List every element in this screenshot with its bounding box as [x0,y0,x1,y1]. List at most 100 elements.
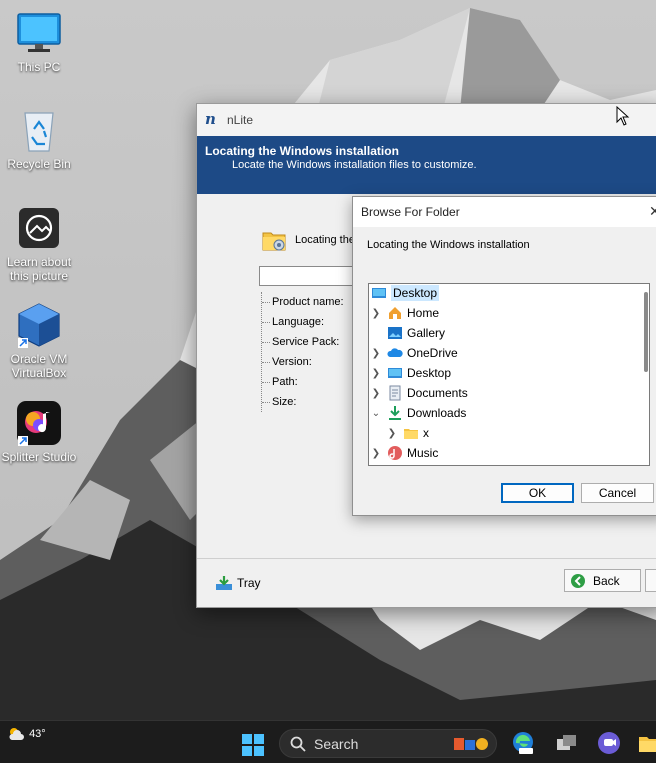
weather-cloud-icon [9,728,24,740]
info-list: Product name: Language: Service Pack: Ve… [261,292,344,412]
home-icon [387,305,403,321]
nlite-banner: Locating the Windows installation Locate… [197,136,656,194]
chevron-right-icon[interactable]: ❯ [369,308,383,319]
nlite-titlebar[interactable]: n nLite [197,104,656,136]
info-language: Language: [262,312,344,332]
tree-item-label: Downloads [407,406,467,420]
taskbar-app-edge-preview[interactable] [511,731,535,755]
tree-item-x[interactable]: ❯ x [385,423,429,443]
taskbar: 43° Search [0,720,656,763]
tree-item-label: Documents [407,386,468,400]
chevron-right-icon[interactable]: ❯ [369,348,383,359]
tree-scrollbar[interactable] [644,292,648,372]
folder-icon [403,425,419,441]
tree-item-label: OneDrive [407,346,458,360]
back-arrow-icon [571,573,585,588]
chevron-right-icon[interactable]: ❯ [369,388,383,399]
tree-item-label: Gallery [407,326,446,340]
info-size: Size: [262,392,344,412]
info-path: Path: [262,372,344,392]
tree-item-desktop-root[interactable]: Desktop [369,284,440,303]
tree-item-label: Music [407,446,439,460]
weather-temp: 43° [29,727,46,740]
mouse-cursor-icon [616,106,630,126]
close-icon[interactable]: ✕ [649,203,656,220]
locating-label: Locating the [295,234,355,246]
virtualbox-icon [16,302,62,348]
taskbar-app-teams[interactable] [597,731,621,755]
folder-tree[interactable]: Desktop ❯ Home Gallery ❯ OneDrive ❯ Desk… [368,283,650,466]
desktop-icon-this-pc[interactable]: This PC [1,10,77,74]
task-view-icon [557,735,576,750]
dialog-description: Locating the Windows installation [367,239,530,251]
desktop-icon-virtualbox[interactable]: Oracle VM VirtualBox [1,302,77,380]
nlite-logo-icon: n [205,110,216,128]
tree-item-downloads[interactable]: ⌄ Downloads [369,403,466,423]
gallery-icon [387,325,403,341]
info-version: Version: [262,352,344,372]
next-button[interactable] [645,569,656,592]
chevron-right-icon[interactable]: ❯ [385,428,399,439]
cancel-button[interactable]: Cancel [581,483,654,503]
desktop-icon-label: Recycle Bin [7,157,71,171]
chevron-right-icon[interactable]: ❯ [369,368,383,379]
tree-item-gallery[interactable]: Gallery [369,323,445,343]
windows-logo-icon [242,734,264,756]
ok-button[interactable]: OK [501,483,574,503]
tray-icon [216,576,232,590]
desktop-icon-learn-about-picture[interactable]: Learn about this picture [1,205,77,283]
taskbar-app-file-explorer[interactable] [638,731,656,755]
tree-item-desktop[interactable]: ❯ Desktop [369,363,451,383]
edge-browser-icon [513,732,533,754]
dialog-title: Browse For Folder [361,205,460,219]
back-button[interactable]: Back [564,569,641,592]
info-service-pack: Service Pack: [262,332,344,352]
desktop-icon-splitter-studio[interactable]: Splitter Studio [1,400,77,464]
start-button[interactable] [241,733,265,757]
search-label: Search [314,735,359,752]
chevron-right-icon[interactable]: ❯ [369,448,383,459]
taskbar-app-task-view[interactable] [555,731,579,755]
desktop-icon-recycle-bin[interactable]: Recycle Bin [1,107,77,171]
locating-row: Locating the [261,226,355,254]
music-icon [387,445,403,461]
banner-subtitle: Locate the Windows installation files to… [232,159,477,171]
documents-icon [387,385,403,401]
chevron-down-icon[interactable]: ⌄ [369,408,383,419]
monitor-icon [16,10,62,56]
splitter-studio-icon [16,400,62,446]
tree-item-music[interactable]: ❯ Music [369,443,438,463]
file-explorer-icon [639,737,656,752]
dialog-titlebar[interactable]: Browse For Folder ✕ [353,197,656,227]
folder-icon [261,226,289,254]
tree-item-documents[interactable]: ❯ Documents [369,383,468,403]
tree-item-label: Desktop [391,285,440,301]
download-icon [387,405,403,421]
chat-icon [598,732,620,754]
taskbar-search[interactable]: Search [279,729,497,758]
info-product-name: Product name: [262,292,344,312]
tree-item-home[interactable]: ❯ Home [369,303,439,323]
tray-button[interactable]: Tray [215,575,261,591]
desktop-folder-icon [371,285,387,301]
recycle-bin-icon [16,107,62,153]
search-highlight-icon [454,738,488,750]
search-icon [290,736,306,752]
tree-item-onedrive[interactable]: ❯ OneDrive [369,343,458,363]
tree-item-label: x [423,426,429,440]
tray-label: Tray [237,576,261,590]
camera-icon [16,205,62,251]
desktop-icon-label: Splitter Studio [1,450,77,464]
weather-widget[interactable]: 43° [8,727,46,741]
desktop-folder-icon [387,365,403,381]
banner-title: Locating the Windows installation [205,144,399,158]
desktop-icon-label: Oracle VM VirtualBox [10,352,68,380]
cloud-icon [387,345,403,361]
tree-item-label: Home [407,306,440,320]
desktop-icon-label: Learn about this picture [6,255,72,283]
window-title: nLite [227,113,254,127]
desktop-icon-label: This PC [17,60,61,74]
back-label: Back [593,573,620,588]
browse-for-folder-dialog: Browse For Folder ✕ Locating the Windows… [352,196,656,516]
nlite-footer: Tray Back [197,559,656,607]
